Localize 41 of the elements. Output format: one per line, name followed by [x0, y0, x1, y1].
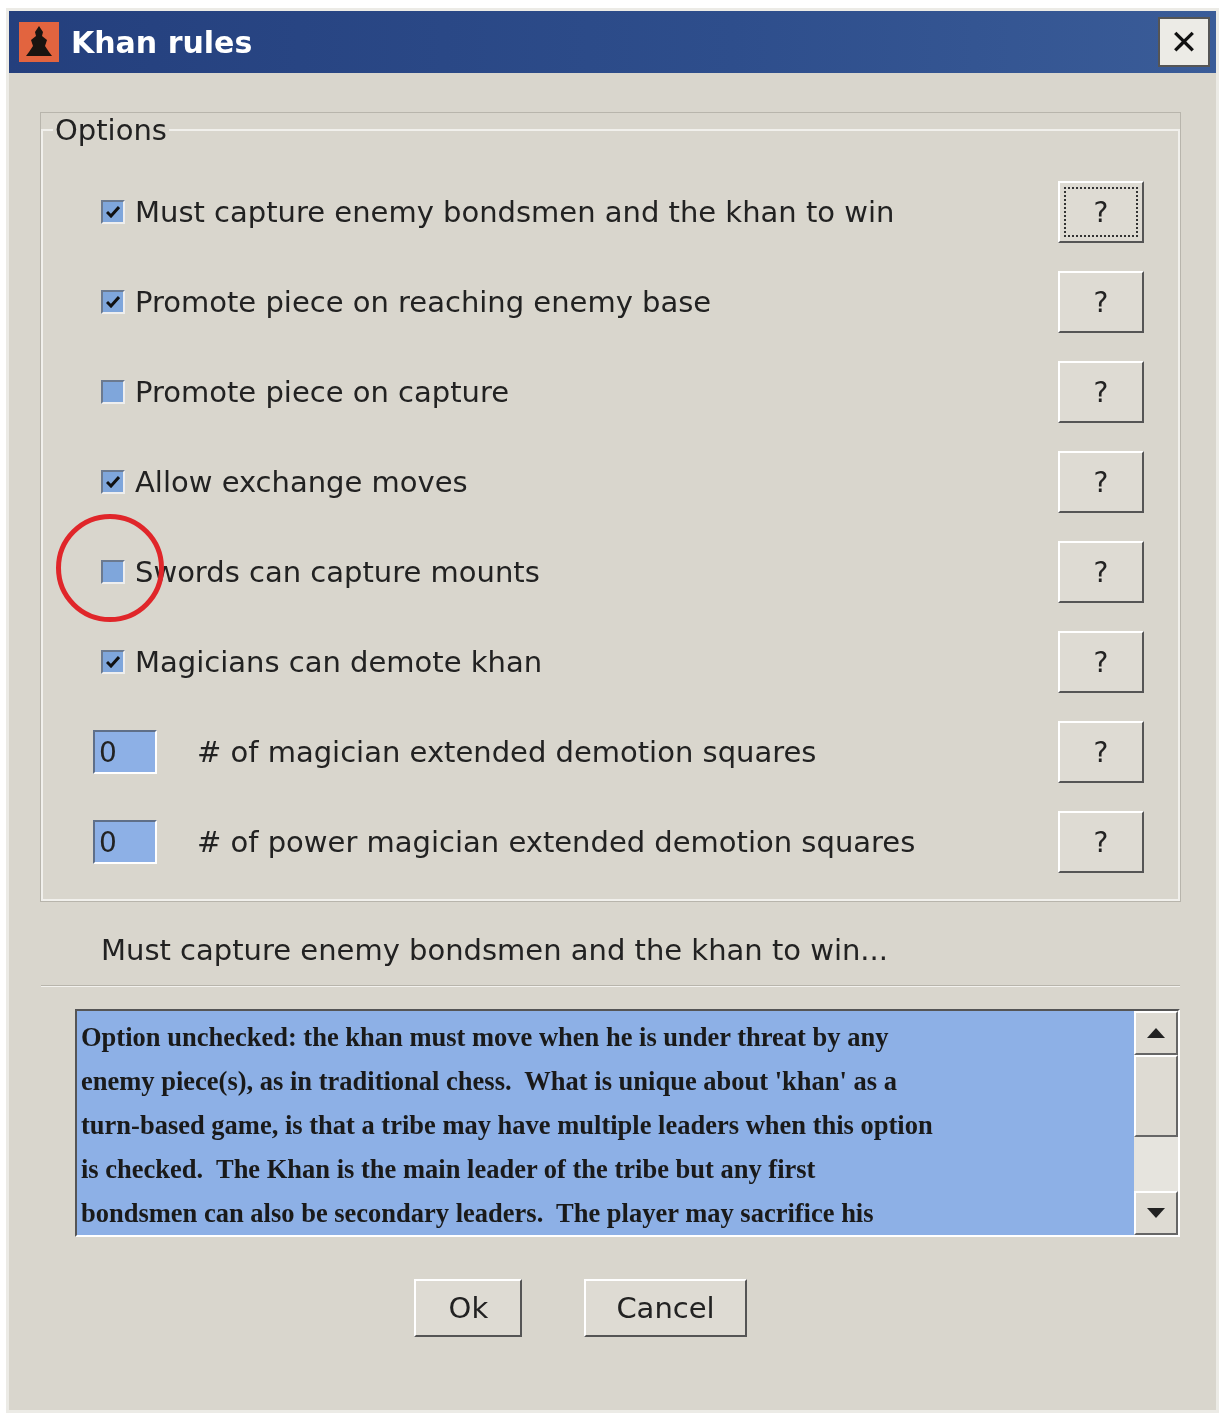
option-label: Promote piece on capture [135, 375, 511, 409]
scroll-up-button[interactable] [1134, 1011, 1178, 1055]
help-button[interactable]: ? [1058, 181, 1144, 243]
up-arrow-icon [1147, 1028, 1165, 1038]
description-title: Must capture enemy bondsmen and the khan to win... [101, 933, 890, 967]
help-button[interactable]: ? [1058, 451, 1144, 513]
help-button[interactable]: ? [1058, 361, 1144, 423]
window-title: Khan rules [71, 24, 254, 60]
option-label: # of power magician extended demotion squares [197, 825, 917, 859]
warrior-icon [19, 22, 59, 62]
checkmark-icon [106, 476, 120, 488]
help-button[interactable]: ? [1058, 811, 1144, 873]
help-button[interactable]: ? [1058, 721, 1144, 783]
scrollbar[interactable] [1134, 1011, 1178, 1235]
help-button[interactable]: ? [1058, 631, 1144, 693]
checkbox[interactable] [101, 560, 125, 584]
checkbox[interactable] [101, 290, 125, 314]
help-button[interactable]: ? [1058, 541, 1144, 603]
checkbox[interactable] [101, 380, 125, 404]
number-field[interactable]: 0 [93, 820, 157, 864]
scroll-down-button[interactable] [1134, 1191, 1178, 1235]
option-label: Magicians can demote khan [135, 645, 544, 679]
number-field[interactable]: 0 [93, 730, 157, 774]
checkbox[interactable] [101, 650, 125, 674]
option-label: Must capture enemy bondsmen and the khan to win [135, 195, 896, 229]
option-label: Promote piece on reaching enemy base [135, 285, 713, 319]
option-label: # of magician extended demotion squares [197, 735, 818, 769]
scroll-thumb[interactable] [1134, 1055, 1178, 1137]
checkmark-icon [106, 206, 120, 218]
option-label: Allow exchange moves [135, 465, 469, 499]
description-text: Option unchecked: the khan must move when he is under threat by any enemy piece(s), as in traditional chess. What is unique about 'khan' as a turn-based game, is that a tribe may have multiple leaders when this option is checked. The Khan is the main leader of the tribe but any first bondsmen can also be secondary leaders. The player may sacrifice his [80, 1021, 934, 1230]
checkmark-icon [106, 296, 120, 308]
dialog-button[interactable]: Cancel [584, 1279, 747, 1337]
down-arrow-icon [1147, 1208, 1165, 1218]
group-title: Options [54, 113, 168, 147]
checkbox[interactable] [101, 470, 125, 494]
help-button[interactable]: ? [1058, 271, 1144, 333]
close-button[interactable]: ✕ [1158, 17, 1210, 67]
dialog-button[interactable]: Ok [414, 1279, 523, 1337]
checkbox[interactable] [101, 200, 125, 224]
checkmark-icon [106, 656, 120, 668]
